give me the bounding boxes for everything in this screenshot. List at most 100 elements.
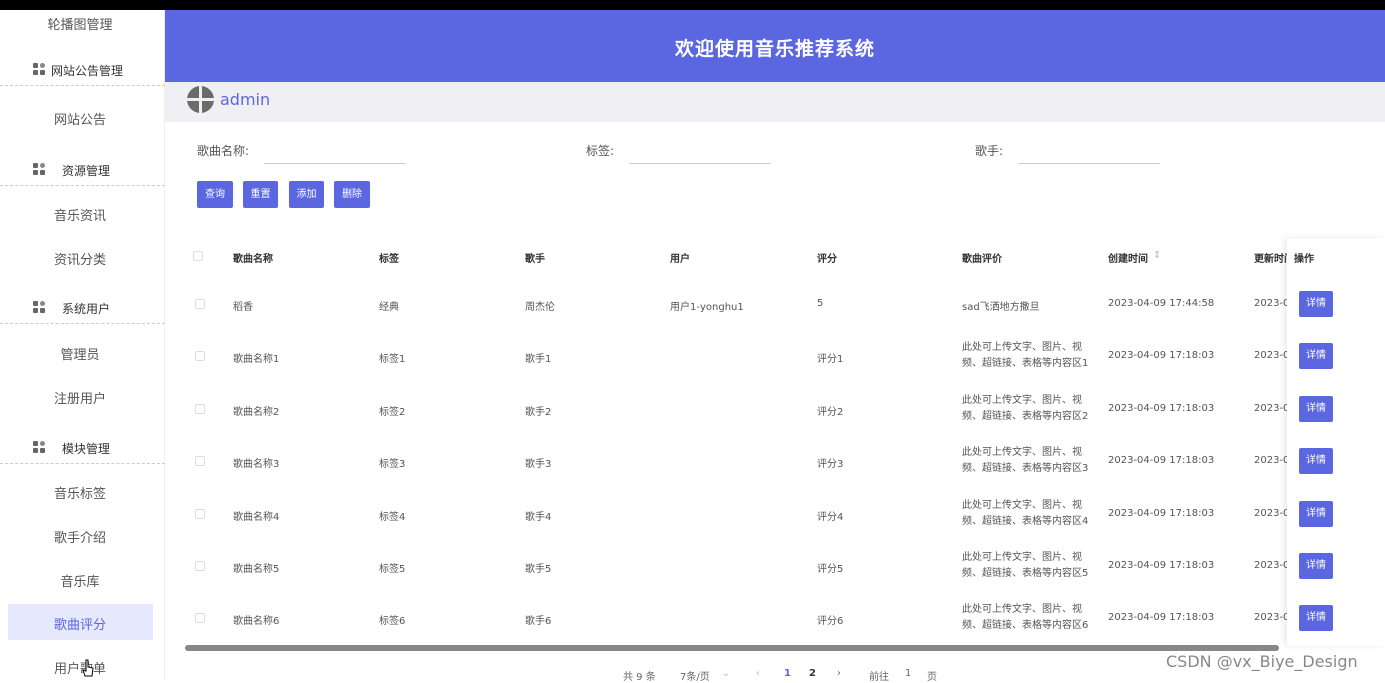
cell-review-line2: 频、超链接、表格等内容区2 — [962, 411, 1089, 422]
cell-review-line1: 此处可上传文字、图片、视 — [962, 500, 1082, 511]
cell-song-name: 歌曲名称6 — [233, 616, 280, 627]
avatar[interactable] — [187, 86, 214, 113]
cell-tag: 标签4 — [379, 512, 406, 523]
menu-group-icon — [33, 63, 46, 76]
cell-singer: 歌手4 — [525, 512, 552, 523]
cell-singer: 歌手2 — [525, 407, 552, 418]
row-checkbox[interactable] — [195, 299, 205, 309]
detail-button[interactable]: 详情 — [1299, 448, 1333, 474]
cell-review-line1: 此处可上传文字、图片、视 — [962, 552, 1082, 563]
cell-song-name: 歌曲名称3 — [233, 459, 280, 470]
row-checkbox[interactable] — [195, 351, 205, 361]
row-checkbox[interactable] — [195, 404, 205, 414]
sidebar-item-announcement[interactable]: 网站公告 — [0, 109, 160, 128]
cell-singer: 歌手1 — [525, 354, 552, 365]
header-song-name: 歌曲名称 — [233, 254, 273, 265]
sort-icon[interactable]: ⇕ — [1153, 250, 1161, 261]
next-page-button[interactable]: › — [837, 668, 841, 679]
cell-song-name: 歌曲名称1 — [233, 354, 280, 365]
cell-score: 评分3 — [817, 459, 844, 470]
detail-button[interactable]: 详情 — [1299, 343, 1333, 369]
sidebar-item-music-news[interactable]: 音乐资讯 — [0, 205, 160, 224]
row-checkbox[interactable] — [195, 456, 205, 466]
sidebar-group-system-users[interactable]: 系统用户 — [0, 296, 165, 324]
sidebar-item-music-library[interactable]: 音乐库 — [0, 571, 160, 590]
detail-button[interactable]: 详情 — [1299, 553, 1333, 579]
detail-button[interactable]: 详情 — [1299, 501, 1333, 527]
cell-review-line2: 频、超链接、表格等内容区3 — [962, 463, 1089, 474]
query-button[interactable]: 查询 — [197, 181, 233, 208]
cell-score: 评分2 — [817, 407, 844, 418]
username[interactable]: admin — [220, 90, 270, 109]
cell-review: sad飞洒地方撒旦 — [962, 302, 1040, 313]
cell-review-line2: 频、超链接、表格等内容区1 — [962, 358, 1089, 369]
goto-page-input[interactable]: 1 — [905, 668, 911, 679]
cell-tag: 标签3 — [379, 459, 406, 470]
cell-tag: 标签2 — [379, 407, 406, 418]
song-name-input[interactable] — [264, 132, 406, 164]
tag-label: 标签: — [586, 144, 615, 158]
tag-input[interactable] — [629, 132, 771, 164]
select-all-checkbox[interactable] — [193, 251, 203, 261]
row-checkbox[interactable] — [195, 561, 205, 571]
reset-button[interactable]: 重置 — [243, 181, 278, 208]
page-2-button[interactable]: 2 — [809, 668, 816, 679]
sidebar-group-modules[interactable]: 模块管理 — [0, 436, 165, 464]
cell-updated-time: 2023-0 — [1254, 508, 1290, 519]
cell-updated-time: 2023-0 — [1254, 350, 1290, 361]
cell-created-time: 2023-04-09 17:18:03 — [1108, 508, 1215, 519]
hand-cursor-icon — [82, 659, 94, 677]
cell-tag: 标签5 — [379, 564, 406, 575]
chevron-down-icon[interactable]: ⌄ — [722, 668, 730, 679]
row-checkbox[interactable] — [195, 613, 205, 623]
page-size-select[interactable]: 7条/页 — [680, 668, 710, 683]
detail-button[interactable]: 详情 — [1299, 291, 1333, 317]
cell-singer: 歌手3 — [525, 459, 552, 470]
cell-review-line1: 此处可上传文字、图片、视 — [962, 447, 1082, 458]
singer-input[interactable] — [1018, 132, 1160, 164]
row-checkbox[interactable] — [195, 509, 205, 519]
cell-score: 评分6 — [817, 616, 844, 627]
sidebar-item-song-rating[interactable]: 歌曲评分 — [0, 614, 160, 633]
song-name-label: 歌曲名称: — [197, 144, 250, 158]
cell-song-name: 歌曲名称2 — [233, 407, 280, 418]
cell-singer: 周杰伦 — [525, 302, 555, 313]
cell-song-name: 稻香 — [233, 302, 253, 313]
header-user: 用户 — [670, 254, 690, 265]
header-singer: 歌手 — [525, 254, 545, 265]
cell-singer: 歌手5 — [525, 564, 552, 575]
page-1-button[interactable]: 1 — [784, 668, 791, 679]
sidebar-group-announcement[interactable]: 网站公告管理 — [0, 58, 165, 86]
cell-review-line2: 频、超链接、表格等内容区6 — [962, 620, 1089, 631]
watermark: CSDN @vx_Biye_Design — [1166, 652, 1358, 671]
header-created-time[interactable]: 创建时间 — [1108, 250, 1148, 265]
cell-score: 评分4 — [817, 512, 844, 523]
sidebar-group-label: 网站公告管理 — [51, 64, 124, 78]
page-title: 欢迎使用音乐推荐系统 — [674, 38, 875, 60]
detail-button[interactable]: 详情 — [1299, 396, 1333, 422]
menu-group-icon — [33, 301, 46, 314]
sidebar: 轮播图管理 网站公告管理 网站公告 资源管理 音乐资讯 资讯分类 系统用户 管理… — [0, 10, 165, 680]
header-operations: 操作 — [1294, 254, 1314, 265]
sidebar-item-carousel[interactable]: 轮播图管理 — [0, 14, 160, 33]
sidebar-group-label: 模块管理 — [62, 442, 111, 456]
prev-page-button[interactable]: ‹ — [756, 668, 760, 679]
sidebar-item-music-tags[interactable]: 音乐标签 — [0, 483, 160, 502]
sidebar-item-admin[interactable]: 管理员 — [0, 344, 160, 363]
horizontal-scrollbar[interactable] — [185, 645, 1279, 651]
sidebar-item-news-category[interactable]: 资讯分类 — [0, 249, 160, 268]
sidebar-item-user-playlist[interactable]: 用户歌单 — [0, 658, 160, 677]
user-bar: admin — [165, 82, 1385, 122]
delete-button[interactable]: 删除 — [334, 181, 370, 208]
cell-score: 评分5 — [817, 564, 844, 575]
sidebar-item-registered-users[interactable]: 注册用户 — [0, 388, 160, 407]
sidebar-group-resource[interactable]: 资源管理 — [0, 158, 165, 186]
pagination-total: 共 9 条 — [623, 672, 656, 683]
header-review: 歌曲评价 — [962, 254, 1002, 265]
cell-song-name: 歌曲名称5 — [233, 564, 280, 575]
add-button[interactable]: 添加 — [289, 181, 324, 208]
cell-created-time: 2023-04-09 17:18:03 — [1108, 455, 1215, 466]
cell-created-time: 2023-04-09 17:18:03 — [1108, 403, 1215, 414]
detail-button[interactable]: 详情 — [1299, 605, 1333, 631]
sidebar-item-singer-intro[interactable]: 歌手介绍 — [0, 527, 160, 546]
